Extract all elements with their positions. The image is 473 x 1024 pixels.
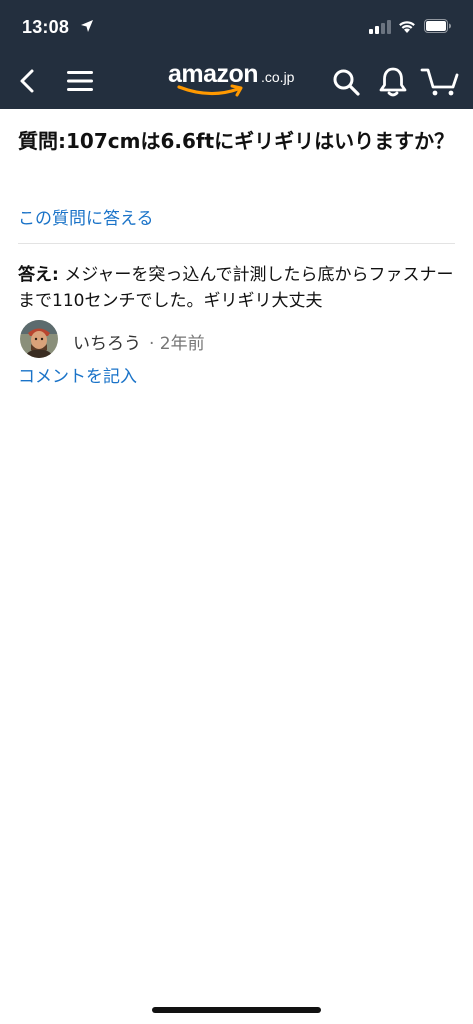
answer-text: メジャーを突っ込んで計測したら底からファスナーまで110センチでした。ギリギリ大… [18, 265, 454, 311]
bell-icon[interactable] [378, 66, 408, 98]
amazon-logo[interactable]: amazon .co.jp [168, 60, 310, 104]
avatar[interactable] [20, 320, 58, 358]
location-arrow-icon [81, 20, 93, 32]
battery-icon [424, 19, 451, 33]
author-name[interactable]: いちろう [73, 329, 141, 354]
back-icon[interactable] [16, 68, 40, 94]
search-icon[interactable] [332, 68, 360, 96]
logo-suffix: .co.jp [261, 69, 295, 85]
add-comment-link[interactable]: コメントを記入 [18, 362, 137, 387]
answer-question-link[interactable]: この質問に答える [18, 204, 154, 229]
nav-bar: amazon .co.jp [0, 54, 473, 109]
cart-icon[interactable] [420, 66, 460, 98]
answer-body: 答え: メジャーを突っ込んで計測したら底からファスナーまで110センチでした。ギ… [18, 262, 458, 314]
answer-label: 答え: [18, 265, 59, 285]
logo-smile-icon [177, 84, 243, 97]
menu-icon[interactable] [66, 70, 94, 92]
cellular-signal-icon [369, 20, 391, 34]
wifi-icon [399, 21, 415, 33]
question-title: 質問:107cmは6.6ftにギリギリはいりますか？ [18, 129, 455, 153]
status-time: 13:08 [22, 17, 70, 37]
answer-meta: · 2年前 [149, 334, 205, 354]
divider [18, 243, 455, 244]
status-bar: 13:08 [0, 0, 473, 54]
home-indicator[interactable] [152, 1007, 321, 1013]
